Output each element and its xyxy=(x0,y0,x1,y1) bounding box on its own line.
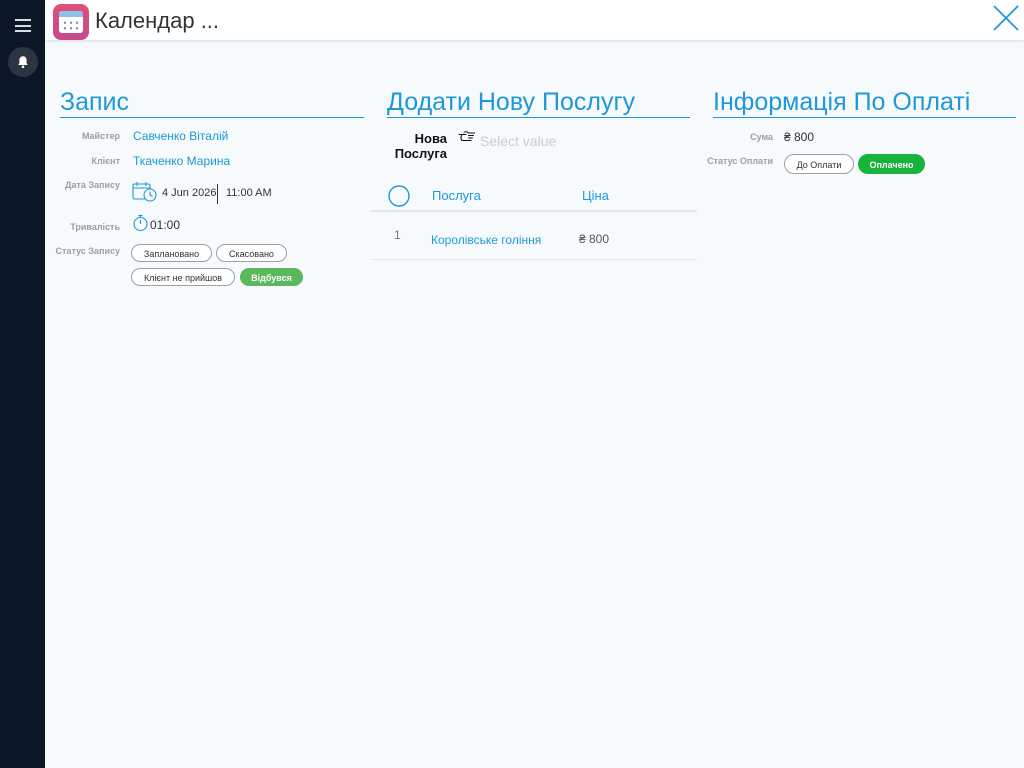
new-service-label-line2: Послуга xyxy=(394,146,447,161)
time-value[interactable]: 11:00 AM xyxy=(226,187,272,199)
status-no-show-button[interactable]: Клієнт не прийшов xyxy=(131,268,235,286)
stopwatch-icon[interactable] xyxy=(132,214,149,232)
new-service-label: Нова Послуга xyxy=(386,131,447,161)
record-section-title: Запис xyxy=(60,87,364,118)
status-done-button[interactable]: Відбувся xyxy=(240,268,303,286)
payment-paid-button[interactable]: Оплачено xyxy=(858,154,925,174)
hamburger-menu-icon[interactable] xyxy=(15,19,31,32)
payment-pending-button[interactable]: До Оплати xyxy=(784,154,854,174)
calendar-app-icon xyxy=(53,4,89,40)
master-label: Майстер xyxy=(81,131,120,141)
sum-label: Сума xyxy=(750,132,773,142)
client-value[interactable]: Ткаченко Марина xyxy=(133,154,230,168)
notifications-button[interactable] xyxy=(8,47,38,77)
bell-icon xyxy=(18,56,28,69)
services-section-title: Додати Нову Послугу xyxy=(387,87,690,118)
close-icon[interactable] xyxy=(992,4,1020,32)
sidebar xyxy=(0,0,45,768)
calendar-clock-icon[interactable] xyxy=(132,181,158,203)
service-select-input[interactable]: Select value xyxy=(480,133,556,149)
new-service-label-line1: Нова xyxy=(414,131,447,146)
status-cancelled-button[interactable]: Скасовано xyxy=(216,244,287,262)
date-label: Дата Запису xyxy=(65,180,120,190)
status-planned-button[interactable]: Заплановано xyxy=(131,244,212,262)
row-service-name[interactable]: Королівське гоління xyxy=(431,233,541,247)
circle-checkbox-icon[interactable] xyxy=(388,185,410,207)
table-row[interactable]: 1 Королівське гоління ₴ 800 xyxy=(371,219,697,260)
date-time-divider xyxy=(217,184,218,204)
pointing-hand-icon xyxy=(458,131,476,142)
payment-status-label: Статус Оплати xyxy=(707,156,773,166)
services-table-header: Послуга Ціна xyxy=(371,180,697,212)
record-status-label: Статус Запису xyxy=(55,246,120,256)
duration-value[interactable]: 01:00 xyxy=(150,218,180,232)
app-title: Календар ... xyxy=(95,8,220,33)
duration-label: Тривалість xyxy=(70,222,120,232)
column-header-price: Ціна xyxy=(582,188,609,203)
sum-value: ₴ 800 xyxy=(784,130,815,144)
date-value[interactable]: 4 Jun 2026 xyxy=(162,187,216,199)
column-header-service: Послуга xyxy=(432,188,481,203)
payment-section-title: Інформація По Оплаті xyxy=(713,87,1016,118)
row-index: 1 xyxy=(394,228,401,242)
row-price: ₴ 800 xyxy=(579,232,610,246)
client-label: Клієнт xyxy=(91,156,120,166)
master-value[interactable]: Савченко Віталій xyxy=(133,129,228,143)
top-bar: Календар ... xyxy=(45,0,1024,41)
